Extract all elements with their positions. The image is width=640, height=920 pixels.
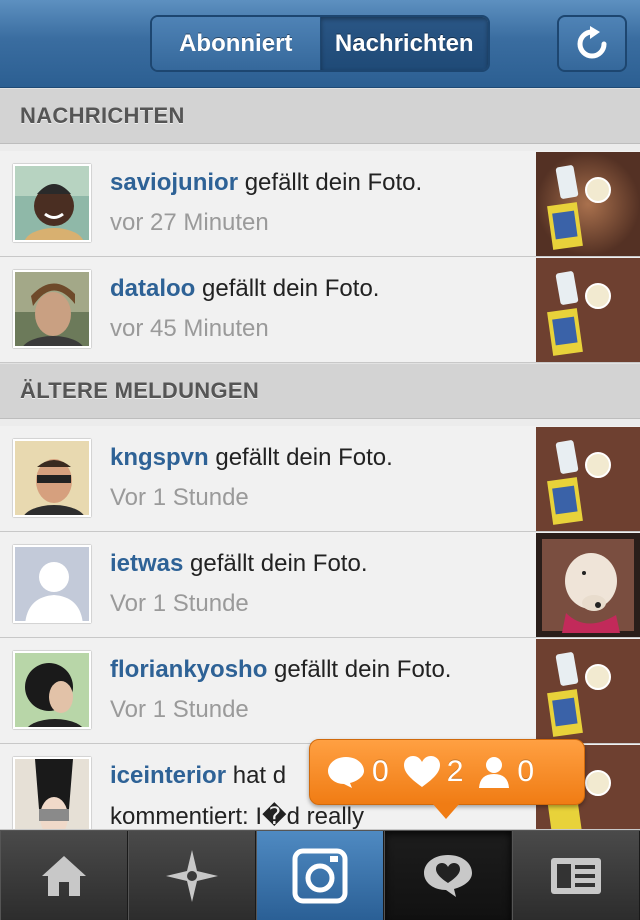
photo-thumbnail[interactable] bbox=[536, 533, 640, 637]
photo-thumbnail[interactable] bbox=[536, 639, 640, 743]
top-bar: Abonniert Nachrichten bbox=[0, 0, 640, 88]
likes-value: 2 bbox=[446, 755, 464, 788]
camera-icon bbox=[292, 848, 348, 904]
comment-icon bbox=[328, 757, 364, 788]
notification-time: vor 45 Minuten bbox=[110, 315, 269, 342]
news-icon bbox=[424, 855, 472, 897]
photo-thumbnail[interactable] bbox=[536, 427, 640, 531]
profile-icon bbox=[551, 858, 601, 894]
explore-icon bbox=[166, 850, 218, 902]
notification-text: iceinterior hat d bbox=[110, 762, 286, 790]
followers-value: 0 bbox=[517, 755, 535, 788]
notification-time: Vor 1 Stunde bbox=[110, 696, 249, 723]
notification-text: floriankyosho gefällt dein Foto. bbox=[110, 656, 451, 684]
refresh-icon bbox=[577, 25, 607, 58]
activity-bubble-tail bbox=[432, 803, 460, 819]
heart-icon bbox=[403, 756, 440, 787]
notification-row[interactable]: ietwas gefällt dein Foto. Vor 1 Stunde bbox=[0, 532, 640, 638]
notification-row[interactable]: floriankyosho gefällt dein Foto. Vor 1 S… bbox=[0, 638, 640, 744]
username-link[interactable]: ietwas bbox=[110, 550, 183, 577]
notification-action: gefällt dein Foto. bbox=[244, 169, 423, 196]
avatar[interactable] bbox=[13, 545, 91, 623]
avatar[interactable] bbox=[13, 651, 91, 729]
notification-text: ietwas gefällt dein Foto. bbox=[110, 550, 368, 578]
tab-home[interactable] bbox=[0, 831, 128, 920]
tab-camera[interactable] bbox=[256, 831, 384, 920]
likes-count: 2 bbox=[403, 755, 464, 789]
username-link[interactable]: iceinterior bbox=[110, 762, 226, 789]
avatar[interactable] bbox=[13, 270, 91, 348]
tab-news[interactable]: Nachrichten bbox=[320, 17, 488, 70]
notification-row[interactable]: dataloo gefällt dein Foto. vor 45 Minute… bbox=[0, 257, 640, 363]
tab-explore[interactable] bbox=[128, 831, 256, 920]
home-icon bbox=[42, 856, 86, 896]
notification-comment: kommentiert: I�d really bbox=[110, 803, 365, 830]
username-link[interactable]: floriankyosho bbox=[110, 656, 267, 683]
notification-text: dataloo gefällt dein Foto. bbox=[110, 275, 379, 303]
notification-action: gefällt dein Foto. bbox=[202, 275, 380, 302]
notification-time: Vor 1 Stunde bbox=[110, 590, 249, 617]
refresh-button[interactable] bbox=[557, 15, 627, 72]
notification-row[interactable]: kngspvn gefällt dein Foto. Vor 1 Stunde bbox=[0, 426, 640, 532]
notification-text: saviojunior gefällt dein Foto. bbox=[110, 169, 422, 197]
username-link[interactable]: kngspvn bbox=[110, 444, 209, 471]
tab-profile[interactable] bbox=[512, 831, 640, 920]
notification-action: gefällt dein Foto. bbox=[190, 550, 368, 577]
comments-count: 0 bbox=[326, 755, 389, 789]
followers-count: 0 bbox=[477, 755, 534, 789]
comments-value: 0 bbox=[372, 755, 389, 788]
section-header-news: NACHRICHTEN bbox=[0, 88, 640, 144]
section-header-older: ÄLTERE MELDUNGEN bbox=[0, 363, 640, 419]
feed-segmented-control: Abonniert Nachrichten bbox=[150, 15, 490, 72]
notification-action: gefällt dein Foto. bbox=[274, 656, 452, 683]
photo-thumbnail[interactable] bbox=[536, 258, 640, 362]
username-link[interactable]: saviojunior bbox=[110, 169, 238, 196]
notification-action: gefällt dein Foto. bbox=[215, 444, 393, 471]
bottom-tab-bar bbox=[0, 830, 640, 920]
avatar[interactable] bbox=[13, 439, 91, 517]
avatar[interactable] bbox=[13, 757, 91, 829]
notification-row[interactable]: saviojunior gefällt dein Foto. vor 27 Mi… bbox=[0, 151, 640, 257]
person-icon bbox=[479, 757, 510, 788]
notification-time: vor 27 Minuten bbox=[110, 209, 269, 236]
tab-following[interactable]: Abonniert bbox=[152, 17, 321, 70]
notification-time: Vor 1 Stunde bbox=[110, 484, 249, 511]
photo-thumbnail[interactable] bbox=[536, 152, 640, 256]
activity-bubble[interactable]: 0 2 0 bbox=[309, 739, 585, 805]
username-link[interactable]: dataloo bbox=[110, 275, 195, 302]
notification-action: hat d bbox=[232, 762, 287, 789]
notification-text: kngspvn gefällt dein Foto. bbox=[110, 444, 393, 472]
avatar[interactable] bbox=[13, 164, 91, 242]
tab-news[interactable] bbox=[384, 831, 512, 920]
